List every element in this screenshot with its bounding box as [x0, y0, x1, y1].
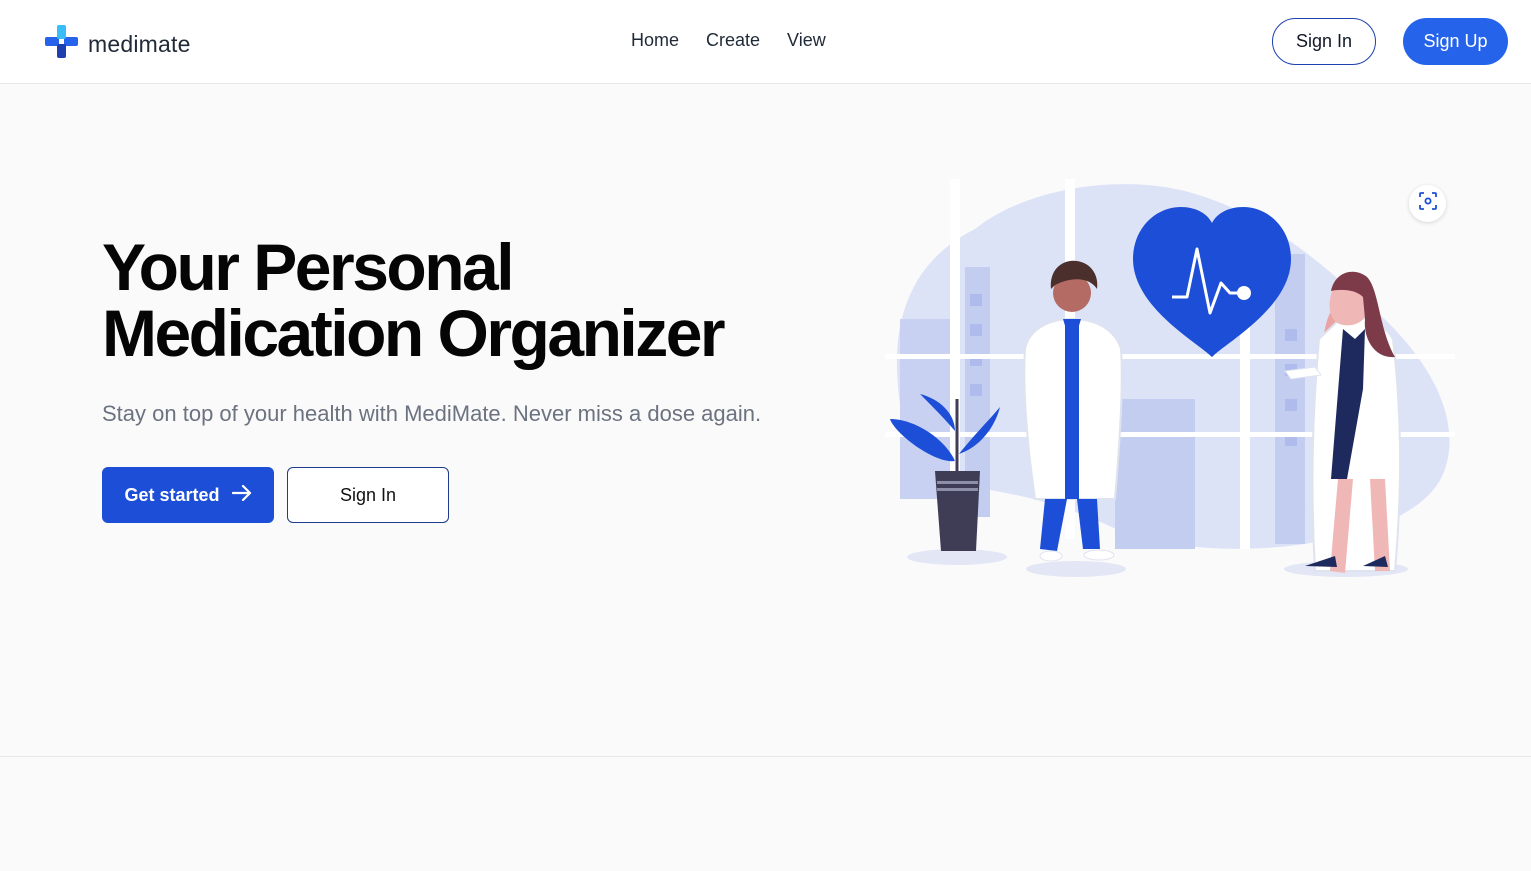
lower-section: [0, 758, 1531, 871]
hero-title-line2: Medication Organizer: [102, 296, 726, 370]
hero-signin-button[interactable]: Sign In: [287, 467, 449, 523]
arrow-right-icon: [231, 484, 252, 506]
brand-logo[interactable]: medimate: [45, 25, 191, 63]
medical-cross-icon: [45, 25, 78, 63]
doctors-illustration: [885, 179, 1455, 589]
nav-link-home[interactable]: Home: [631, 30, 679, 51]
nav-link-create[interactable]: Create: [706, 30, 760, 51]
hero-title-line1: Your Personal: [102, 230, 515, 304]
nav-signin-button[interactable]: Sign In: [1272, 18, 1376, 65]
navbar: medimate Home Create View Sign In Sign U…: [0, 0, 1531, 84]
get-started-button[interactable]: Get started: [102, 467, 274, 523]
hero-section: Your Personal Medication Organizer Stay …: [0, 85, 1531, 757]
get-started-label: Get started: [124, 484, 220, 505]
nav-links: Home Create View: [631, 30, 826, 51]
hero-subtitle: Stay on top of your health with MediMate…: [102, 401, 762, 426]
scan-icon: [1418, 191, 1438, 216]
scan-icon-button[interactable]: [1409, 185, 1446, 222]
nav-signup-button[interactable]: Sign Up: [1403, 18, 1508, 65]
brand-name: medimate: [88, 30, 191, 57]
nav-link-view[interactable]: View: [787, 30, 826, 51]
hero-title: Your Personal Medication Organizer: [102, 234, 862, 366]
